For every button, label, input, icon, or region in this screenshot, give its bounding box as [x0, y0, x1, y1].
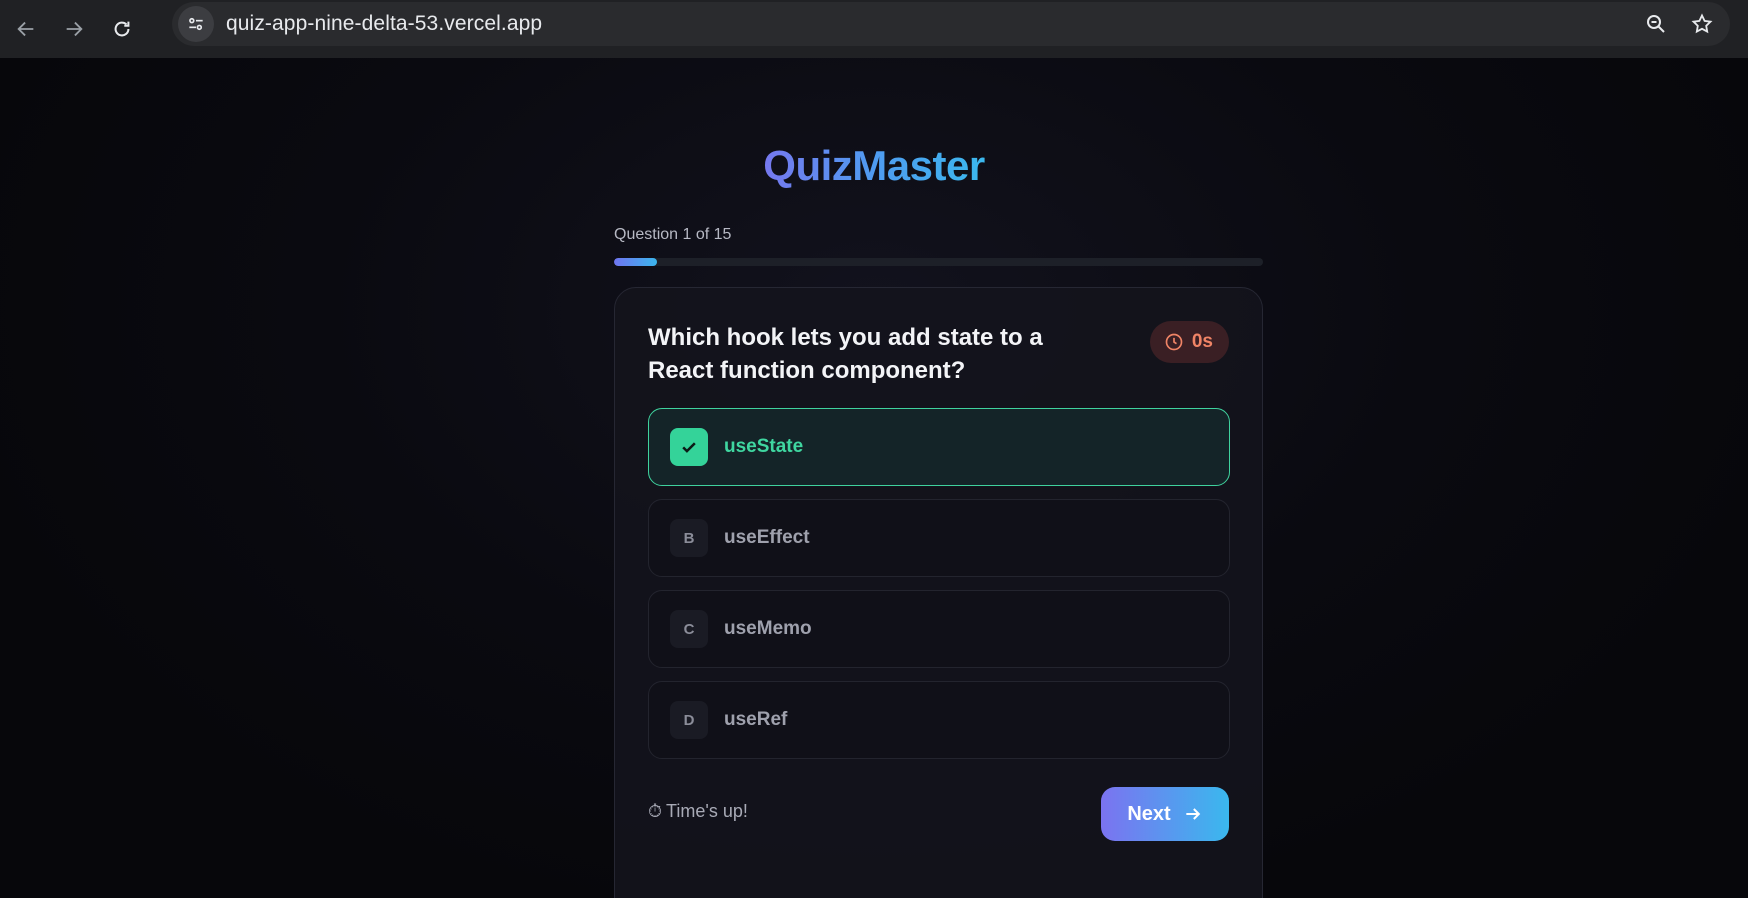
- question-card: Which hook lets you add state to a React…: [614, 287, 1263, 898]
- stopwatch-icon: ⏱: [648, 801, 663, 821]
- reload-icon: [114, 21, 130, 37]
- clock-icon: [1165, 333, 1183, 351]
- app-title: QuizMaster: [763, 142, 985, 189]
- option-c-label: useMemo: [724, 618, 812, 639]
- browser-toolbar: quiz-app-nine-delta-53.vercel.app: [0, 0, 1748, 58]
- progress-fill: [614, 258, 658, 266]
- time-status-text: Time's up!: [666, 801, 748, 821]
- reload-button[interactable]: [100, 7, 144, 51]
- next-button[interactable]: Next: [1101, 787, 1229, 841]
- zoom-icon: [1647, 15, 1665, 33]
- check-icon: [682, 442, 696, 453]
- option-a[interactable]: useState: [648, 408, 1230, 486]
- arrow-left-icon: [17, 21, 34, 37]
- bookmark-button[interactable]: [1682, 4, 1722, 44]
- address-bar[interactable]: quiz-app-nine-delta-53.vercel.app: [172, 2, 1730, 46]
- option-d[interactable]: D useRef: [648, 681, 1230, 759]
- option-c[interactable]: C useMemo: [648, 590, 1230, 668]
- question-text: Which hook lets you add state to a React…: [648, 324, 1043, 384]
- option-c-badge: C: [670, 610, 708, 648]
- option-a-badge: [670, 428, 708, 466]
- tune-icon: [189, 17, 203, 31]
- url-text[interactable]: quiz-app-nine-delta-53.vercel.app: [226, 12, 542, 36]
- time-status: ⏱ Time's up!: [648, 801, 748, 822]
- option-d-badge: D: [670, 701, 708, 739]
- quiz-page: QuizMaster Question 1 of 15 Which hook l…: [0, 58, 1748, 898]
- option-d-label: useRef: [724, 709, 788, 730]
- star-icon: [1691, 13, 1713, 34]
- zoom-button[interactable]: [1636, 4, 1676, 44]
- site-info-button[interactable]: [178, 6, 214, 42]
- option-b[interactable]: B useEffect: [648, 499, 1230, 577]
- progress-label: Question 1 of 15: [614, 226, 732, 243]
- timer-value: 0s: [1191, 331, 1213, 352]
- back-button[interactable]: [4, 7, 48, 51]
- arrow-right-icon: [1186, 808, 1200, 820]
- progress-bar: [614, 258, 1263, 266]
- forward-button[interactable]: [52, 7, 96, 51]
- next-button-label: Next: [1127, 802, 1171, 825]
- option-b-badge: B: [670, 519, 708, 557]
- arrow-right-icon: [66, 21, 83, 37]
- timer-badge: 0s: [1149, 321, 1229, 363]
- option-b-label: useEffect: [724, 527, 810, 548]
- option-a-label: useState: [724, 436, 804, 457]
